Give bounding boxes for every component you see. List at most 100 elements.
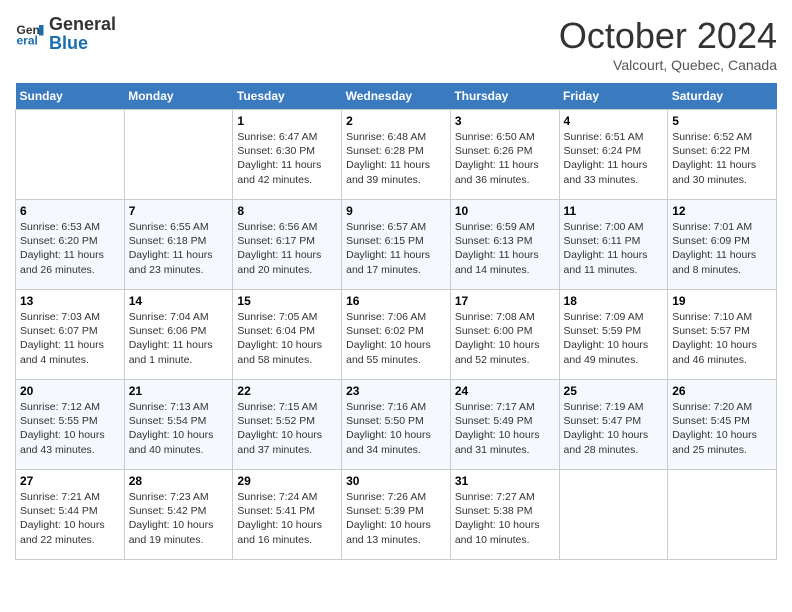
day-number: 1 xyxy=(237,114,337,128)
calendar-cell: 6Sunrise: 6:53 AM Sunset: 6:20 PM Daylig… xyxy=(16,200,125,290)
day-info: Sunrise: 7:12 AM Sunset: 5:55 PM Dayligh… xyxy=(20,400,120,457)
calendar-cell: 13Sunrise: 7:03 AM Sunset: 6:07 PM Dayli… xyxy=(16,290,125,380)
day-info: Sunrise: 6:48 AM Sunset: 6:28 PM Dayligh… xyxy=(346,130,446,187)
day-number: 11 xyxy=(564,204,664,218)
day-number: 19 xyxy=(672,294,772,308)
logo: Gen eral General Blue xyxy=(15,15,116,53)
calendar-week-5: 27 Sunrise: 7:21 AM Sunset: 5:44 PM Dayli… xyxy=(16,470,777,560)
header-row: SundayMondayTuesdayWednesdayThursdayFrid… xyxy=(16,83,777,110)
day-info: Sunrise: 7:16 AM Sunset: 5:50 PM Dayligh… xyxy=(346,400,446,457)
calendar-cell: 7 Sunrise: 6:55 AM Sunset: 6:18 PM Daylig… xyxy=(124,200,233,290)
day-info: Sunrise: 7:27 AM Sunset: 5:38 PM Dayligh… xyxy=(455,490,555,547)
calendar-cell: 30 Sunrise: 7:26 AM Sunset: 5:39 PM Dayli… xyxy=(342,470,451,560)
calendar-week-1: 1 Sunrise: 6:47 AM Sunset: 6:30 PM Daylig… xyxy=(16,110,777,200)
weekday-header-monday: Monday xyxy=(124,83,233,110)
logo-text-general: General xyxy=(49,14,116,34)
day-number: 6 xyxy=(20,204,120,218)
page-header: Gen eral General Blue October 2024 Valco… xyxy=(15,15,777,73)
logo-icon: Gen eral xyxy=(15,19,45,49)
day-info: Sunrise: 6:52 AM Sunset: 6:22 PM Dayligh… xyxy=(672,130,772,187)
calendar-cell: 3 Sunrise: 6:50 AM Sunset: 6:26 PM Daylig… xyxy=(450,110,559,200)
day-number: 28 xyxy=(129,474,229,488)
calendar-cell: 19 Sunrise: 7:10 AM Sunset: 5:57 PM Dayli… xyxy=(668,290,777,380)
calendar-cell xyxy=(16,110,125,200)
day-info: Sunrise: 6:50 AM Sunset: 6:26 PM Dayligh… xyxy=(455,130,555,187)
calendar-cell xyxy=(668,470,777,560)
day-number: 25 xyxy=(564,384,664,398)
day-number: 22 xyxy=(237,384,337,398)
day-info: Sunrise: 7:20 AM Sunset: 5:45 PM Dayligh… xyxy=(672,400,772,457)
day-number: 2 xyxy=(346,114,446,128)
weekday-header-wednesday: Wednesday xyxy=(342,83,451,110)
day-number: 4 xyxy=(564,114,664,128)
day-number: 27 xyxy=(20,474,120,488)
calendar-cell: 22 Sunrise: 7:15 AM Sunset: 5:52 PM Dayli… xyxy=(233,380,342,470)
logo-text-blue: Blue xyxy=(49,33,88,53)
day-number: 31 xyxy=(455,474,555,488)
calendar-cell: 15Sunrise: 7:05 AM Sunset: 6:04 PM Dayli… xyxy=(233,290,342,380)
calendar-cell: 17 Sunrise: 7:08 AM Sunset: 6:00 PM Dayli… xyxy=(450,290,559,380)
calendar-cell: 9Sunrise: 6:57 AM Sunset: 6:15 PM Daylig… xyxy=(342,200,451,290)
day-info: Sunrise: 6:55 AM Sunset: 6:18 PM Dayligh… xyxy=(129,220,229,277)
calendar-cell: 12 Sunrise: 7:01 AM Sunset: 6:09 PM Dayli… xyxy=(668,200,777,290)
calendar-cell xyxy=(559,470,668,560)
day-number: 5 xyxy=(672,114,772,128)
weekday-header-thursday: Thursday xyxy=(450,83,559,110)
day-number: 17 xyxy=(455,294,555,308)
weekday-header-tuesday: Tuesday xyxy=(233,83,342,110)
calendar-week-4: 20 Sunrise: 7:12 AM Sunset: 5:55 PM Dayli… xyxy=(16,380,777,470)
weekday-header-sunday: Sunday xyxy=(16,83,125,110)
calendar-cell: 10Sunrise: 6:59 AM Sunset: 6:13 PM Dayli… xyxy=(450,200,559,290)
day-number: 26 xyxy=(672,384,772,398)
day-info: Sunrise: 7:15 AM Sunset: 5:52 PM Dayligh… xyxy=(237,400,337,457)
calendar-cell: 28 Sunrise: 7:23 AM Sunset: 5:42 PM Dayli… xyxy=(124,470,233,560)
day-number: 18 xyxy=(564,294,664,308)
day-number: 16 xyxy=(346,294,446,308)
day-number: 7 xyxy=(129,204,229,218)
day-number: 15 xyxy=(237,294,337,308)
day-info: Sunrise: 7:19 AM Sunset: 5:47 PM Dayligh… xyxy=(564,400,664,457)
day-info: Sunrise: 7:08 AM Sunset: 6:00 PM Dayligh… xyxy=(455,310,555,367)
day-info: Sunrise: 6:47 AM Sunset: 6:30 PM Dayligh… xyxy=(237,130,337,187)
calendar-cell: 18 Sunrise: 7:09 AM Sunset: 5:59 PM Dayli… xyxy=(559,290,668,380)
day-number: 24 xyxy=(455,384,555,398)
day-info: Sunrise: 7:17 AM Sunset: 5:49 PM Dayligh… xyxy=(455,400,555,457)
day-info: Sunrise: 7:00 AM Sunset: 6:11 PM Dayligh… xyxy=(564,220,664,277)
day-info: Sunrise: 7:26 AM Sunset: 5:39 PM Dayligh… xyxy=(346,490,446,547)
day-info: Sunrise: 6:56 AM Sunset: 6:17 PM Dayligh… xyxy=(237,220,337,277)
day-info: Sunrise: 7:13 AM Sunset: 5:54 PM Dayligh… xyxy=(129,400,229,457)
day-number: 20 xyxy=(20,384,120,398)
day-number: 10 xyxy=(455,204,555,218)
calendar-cell: 5 Sunrise: 6:52 AM Sunset: 6:22 PM Daylig… xyxy=(668,110,777,200)
day-info: Sunrise: 6:51 AM Sunset: 6:24 PM Dayligh… xyxy=(564,130,664,187)
calendar-cell: 16 Sunrise: 7:06 AM Sunset: 6:02 PM Dayli… xyxy=(342,290,451,380)
calendar-cell: 25 Sunrise: 7:19 AM Sunset: 5:47 PM Dayli… xyxy=(559,380,668,470)
day-info: Sunrise: 7:04 AM Sunset: 6:06 PM Dayligh… xyxy=(129,310,229,367)
calendar-cell: 11 Sunrise: 7:00 AM Sunset: 6:11 PM Dayli… xyxy=(559,200,668,290)
calendar-week-3: 13Sunrise: 7:03 AM Sunset: 6:07 PM Dayli… xyxy=(16,290,777,380)
day-info: Sunrise: 7:09 AM Sunset: 5:59 PM Dayligh… xyxy=(564,310,664,367)
day-number: 23 xyxy=(346,384,446,398)
calendar-cell: 29Sunrise: 7:24 AM Sunset: 5:41 PM Dayli… xyxy=(233,470,342,560)
day-info: Sunrise: 6:57 AM Sunset: 6:15 PM Dayligh… xyxy=(346,220,446,277)
calendar-cell: 20 Sunrise: 7:12 AM Sunset: 5:55 PM Dayli… xyxy=(16,380,125,470)
day-info: Sunrise: 7:21 AM Sunset: 5:44 PM Dayligh… xyxy=(20,490,120,547)
day-number: 3 xyxy=(455,114,555,128)
weekday-header-friday: Friday xyxy=(559,83,668,110)
location-label: Valcourt, Quebec, Canada xyxy=(559,57,777,73)
day-number: 14 xyxy=(129,294,229,308)
svg-text:eral: eral xyxy=(17,34,38,48)
day-number: 12 xyxy=(672,204,772,218)
day-number: 30 xyxy=(346,474,446,488)
day-info: Sunrise: 7:10 AM Sunset: 5:57 PM Dayligh… xyxy=(672,310,772,367)
day-info: Sunrise: 7:23 AM Sunset: 5:42 PM Dayligh… xyxy=(129,490,229,547)
calendar-cell: 21 Sunrise: 7:13 AM Sunset: 5:54 PM Dayli… xyxy=(124,380,233,470)
calendar-table: SundayMondayTuesdayWednesdayThursdayFrid… xyxy=(15,83,777,560)
day-info: Sunrise: 7:06 AM Sunset: 6:02 PM Dayligh… xyxy=(346,310,446,367)
calendar-cell: 4 Sunrise: 6:51 AM Sunset: 6:24 PM Daylig… xyxy=(559,110,668,200)
day-number: 21 xyxy=(129,384,229,398)
calendar-cell xyxy=(124,110,233,200)
calendar-cell: 14 Sunrise: 7:04 AM Sunset: 6:06 PM Dayli… xyxy=(124,290,233,380)
day-info: Sunrise: 7:01 AM Sunset: 6:09 PM Dayligh… xyxy=(672,220,772,277)
calendar-cell: 1 Sunrise: 6:47 AM Sunset: 6:30 PM Daylig… xyxy=(233,110,342,200)
